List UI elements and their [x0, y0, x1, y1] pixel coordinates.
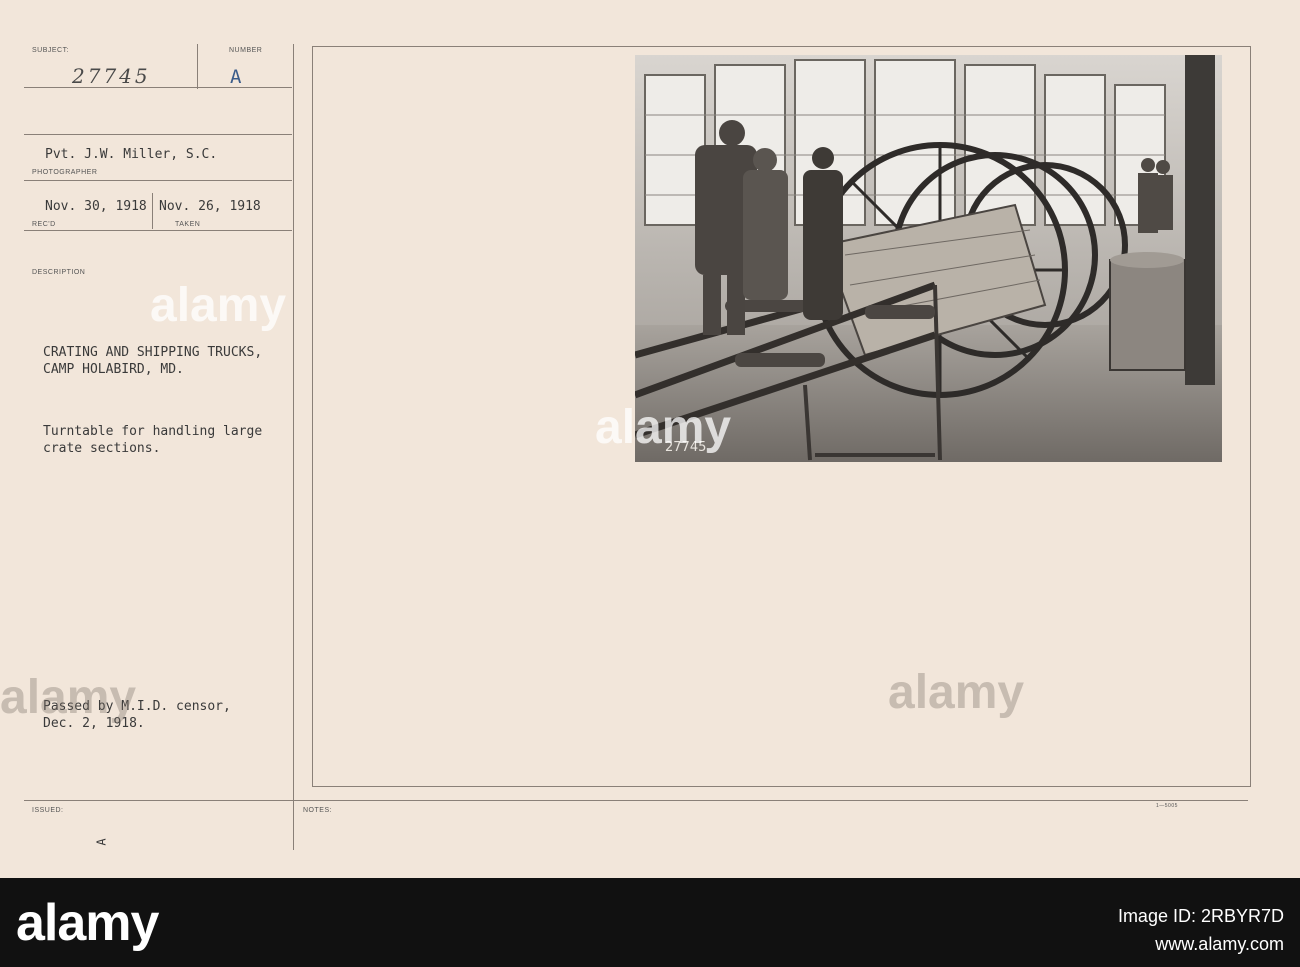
image-id: Image ID: 2RBYR7D	[1117, 906, 1284, 926]
index-card: SUBJECT: NUMBER 27745 A Pvt. J.W. Miller…	[0, 0, 1300, 878]
photographer-label: PHOTOGRAPHER	[32, 169, 98, 176]
notes-label: NOTES:	[303, 807, 333, 814]
photographer-top-line	[24, 134, 292, 135]
taken-value: Nov. 26, 1918	[159, 199, 261, 214]
number-value: A	[230, 66, 242, 88]
issued-line	[24, 800, 1248, 801]
watermark-1: alamy	[150, 279, 287, 332]
site-url[interactable]: www.alamy.com	[1155, 934, 1284, 955]
caption-line-2: crate sections.	[43, 441, 161, 456]
subject-underline	[24, 87, 292, 88]
subject-label: SUBJECT:	[32, 47, 70, 54]
dates-divider	[152, 193, 153, 229]
caption-line-1: Turntable for handling large	[43, 424, 263, 439]
footer-logo[interactable]: alamy	[16, 893, 159, 953]
description-label: DESCRIPTION	[32, 269, 86, 276]
number-divider	[197, 44, 198, 89]
watermark-4: alamy	[0, 671, 137, 724]
issued-mark: A	[94, 838, 109, 846]
subject-value: 27745	[72, 64, 151, 88]
number-label: NUMBER	[229, 47, 263, 54]
received-label: REC'D	[32, 221, 56, 228]
left-column-divider	[293, 44, 294, 850]
description-line-2: CAMP HOLABIRD, MD.	[43, 362, 184, 377]
form-number: 1—5005	[1156, 803, 1178, 809]
dates-underline	[24, 230, 292, 231]
issued-label: ISSUED:	[32, 807, 64, 814]
watermark-3: alamy	[888, 666, 1025, 719]
watermark-2: alamy	[595, 401, 732, 454]
taken-label: TAKEN	[175, 221, 201, 228]
photographer-value: Pvt. J.W. Miller, S.C.	[45, 147, 218, 162]
description-line-1: CRATING AND SHIPPING TRUCKS,	[43, 345, 263, 360]
footer-bar	[0, 878, 1300, 967]
photographer-underline	[24, 180, 292, 181]
received-value: Nov. 30, 1918	[45, 199, 147, 214]
